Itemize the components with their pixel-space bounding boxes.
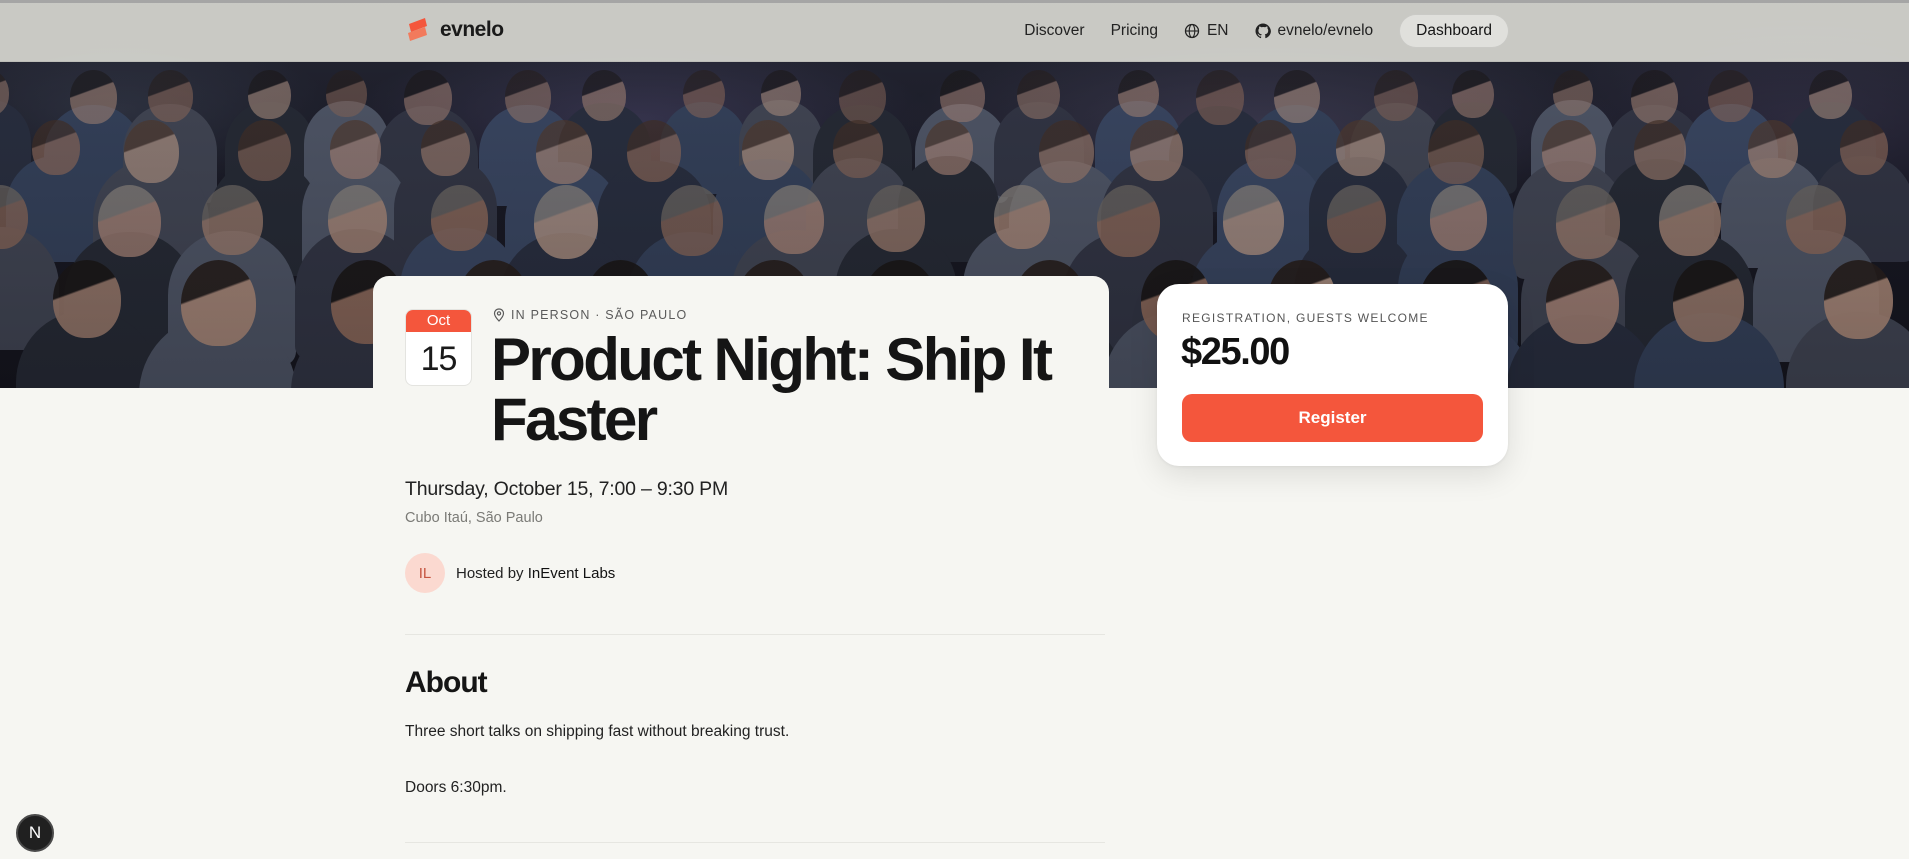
about-paragraph: Three short talks on shipping fast witho…: [405, 723, 790, 740]
language-label: EN: [1206, 22, 1229, 39]
event-venue: Cubo Itaú, São Paulo: [405, 510, 543, 526]
ticket-price: $25.00: [1181, 331, 1290, 373]
section-divider: [405, 634, 1105, 635]
event-datetime: Thursday, October 15, 7:00 – 9:30 PM: [405, 478, 729, 500]
host-avatar: IL: [405, 553, 445, 593]
date-month: Oct: [406, 310, 471, 332]
register-button[interactable]: Register: [1182, 394, 1483, 442]
event-details-card: Oct 15 IN PERSON · SÃO PAULO Product Nig…: [373, 276, 1109, 859]
date-day: 15: [420, 340, 458, 378]
top-navigation-bar: evnelo Discover Pricing EN evnelo/evnelo…: [0, 0, 1909, 62]
host-name-link[interactable]: InEvent Labs: [528, 565, 616, 582]
host-prefix: Hosted by: [456, 564, 524, 582]
language-selector[interactable]: EN: [1184, 22, 1229, 40]
nav-pricing-link[interactable]: Pricing: [1111, 22, 1158, 40]
event-location-type: IN PERSON · SÃO PAULO: [493, 308, 687, 322]
github-repo-link[interactable]: evnelo/evnelo: [1255, 22, 1374, 40]
github-repo-label: evnelo/evnelo: [1277, 22, 1374, 39]
brand-logo-link[interactable]: evnelo: [405, 14, 504, 46]
registration-card: REGISTRATION, GUESTS WELCOME $25.00 Regi…: [1157, 284, 1508, 466]
host-row: IL Hosted by InEvent Labs: [405, 553, 615, 593]
section-divider: [405, 842, 1105, 843]
dev-tools-badge[interactable]: N: [16, 814, 54, 852]
about-paragraph: Doors 6:30pm.: [405, 779, 507, 796]
nav-discover-link[interactable]: Discover: [1024, 22, 1084, 40]
registration-label: REGISTRATION, GUESTS WELCOME: [1182, 311, 1429, 325]
about-heading: About: [405, 666, 488, 699]
globe-icon: [1184, 23, 1200, 39]
event-meta-label: IN PERSON · SÃO PAULO: [511, 308, 688, 322]
date-badge: Oct 15: [405, 309, 472, 386]
host-text: Hosted by InEvent Labs: [456, 565, 615, 582]
github-icon: [1255, 23, 1271, 39]
evnelo-logo-icon: [408, 18, 427, 41]
map-pin-icon: [493, 308, 505, 322]
brand-name: evnelo: [440, 18, 504, 41]
nav-links: Discover Pricing EN evnelo/evnelo Dashbo…: [1024, 14, 1509, 48]
dashboard-button[interactable]: Dashboard: [1399, 14, 1509, 48]
event-title: Product Night: Ship It Faster: [491, 326, 1053, 453]
